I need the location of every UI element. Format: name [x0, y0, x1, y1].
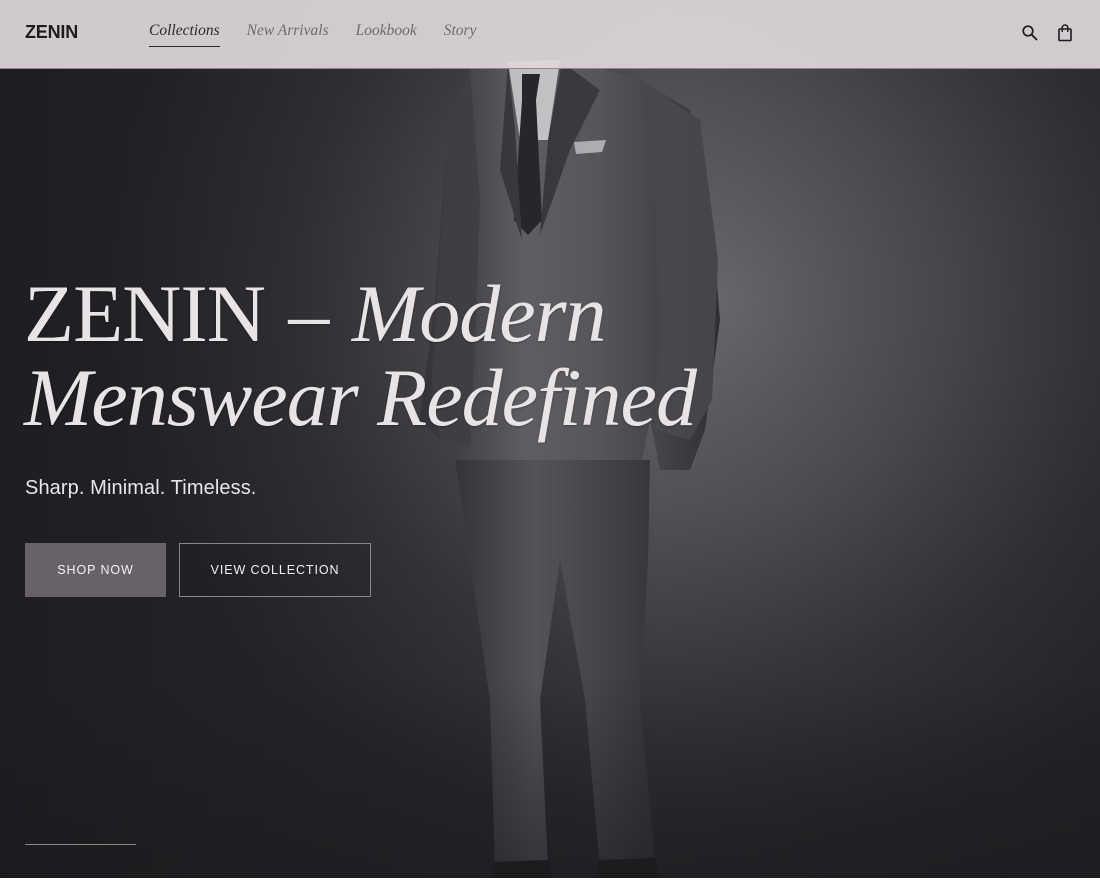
header-actions [1021, 24, 1074, 42]
headline-modern: Modern [351, 268, 607, 359]
nav-item-new-arrivals[interactable]: New Arrivals [247, 22, 329, 47]
headline-dash: – [288, 268, 329, 359]
hero-tagline: Sharp. Minimal. Timeless. [25, 477, 257, 499]
hero-headline: ZENIN – Modern Menswear Redefined [24, 272, 784, 440]
brand-logo[interactable]: ZENIN [25, 22, 78, 43]
site-header: ZENIN Collections New Arrivals Lookbook … [0, 0, 1100, 69]
nav-item-story[interactable]: Story [444, 22, 477, 47]
nav-item-lookbook[interactable]: Lookbook [356, 22, 417, 47]
shopping-bag-icon[interactable] [1056, 24, 1074, 42]
scroll-indicator-line [25, 844, 136, 845]
nav-item-collections[interactable]: Collections [149, 22, 220, 47]
view-collection-button[interactable]: VIEW COLLECTION [179, 543, 371, 597]
headline-brand: ZENIN [24, 268, 266, 359]
search-icon[interactable] [1021, 24, 1039, 42]
shop-now-button[interactable]: SHOP NOW [25, 543, 166, 597]
main-nav: Collections New Arrivals Lookbook Story [149, 22, 503, 47]
headline-line-2: Menswear Redefined [24, 352, 697, 443]
hero-floor-gradient [0, 678, 1100, 878]
